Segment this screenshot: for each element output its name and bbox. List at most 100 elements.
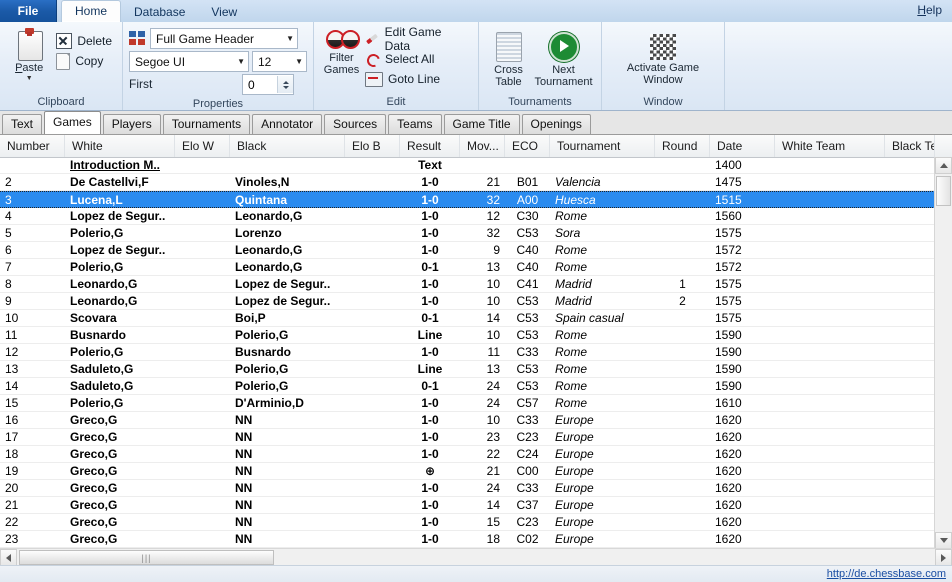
table-row[interactable]: 19Greco,GNN⊕21C00Europe1620: [0, 463, 935, 480]
first-spinner[interactable]: 0: [242, 74, 294, 95]
copy-button[interactable]: Copy: [56, 51, 116, 71]
delete-button[interactable]: Delete: [56, 31, 116, 51]
table-row[interactable]: 8Leonardo,GLopez de Segur..1-010C41Madri…: [0, 276, 935, 293]
horizontal-scroll-track[interactable]: |||: [17, 549, 935, 566]
chessbase-window: File HomeDatabaseView Help Paste ▼ Delet…: [0, 0, 952, 582]
column-header-num[interactable]: Number: [0, 135, 65, 157]
table-row[interactable]: 7Polerio,GLeonardo,G0-113C40Rome1572: [0, 259, 935, 276]
horizontal-scroll-thumb[interactable]: |||: [19, 550, 274, 565]
paste-label: aste: [22, 62, 43, 74]
cell-elob: [345, 225, 400, 241]
table-row[interactable]: 20Greco,GNN1-024C33Europe1620: [0, 480, 935, 497]
cell-moves: 10: [460, 412, 505, 428]
cell-num: 16: [0, 412, 65, 428]
cell-elow: [175, 174, 230, 190]
column-header-round[interactable]: Round: [655, 135, 710, 157]
db-tab-game-title[interactable]: Game Title: [444, 114, 520, 134]
tab-file[interactable]: File: [0, 0, 57, 22]
column-header-bteam[interactable]: Black Te: [885, 135, 935, 157]
db-tab-players[interactable]: Players: [103, 114, 161, 134]
db-tab-games[interactable]: Games: [44, 111, 101, 134]
edit-game-data-button[interactable]: Edit Game Data: [365, 29, 472, 49]
table-row[interactable]: 11BusnardoPolerio,GLine10C53Rome1590: [0, 327, 935, 344]
column-header-eco[interactable]: ECO: [505, 135, 550, 157]
table-row[interactable]: 13Saduleto,GPolerio,GLine13C53Rome1590: [0, 361, 935, 378]
next-tournament-button[interactable]: NextTournament: [533, 29, 595, 88]
chessbase-website-link[interactable]: http://de.chessbase.com: [827, 568, 946, 580]
table-row[interactable]: 9Leonardo,GLopez de Segur..1-010C53Madri…: [0, 293, 935, 310]
db-tab-sources[interactable]: Sources: [324, 114, 386, 134]
db-tab-teams[interactable]: Teams: [388, 114, 441, 134]
spinner-buttons[interactable]: [277, 76, 293, 93]
scroll-left-button[interactable]: [0, 549, 17, 566]
column-header-black[interactable]: Black: [230, 135, 345, 157]
ribbon-tab-database[interactable]: Database: [121, 2, 198, 22]
column-header-moves[interactable]: Mov...: [460, 135, 505, 157]
cell-moves: 15: [460, 514, 505, 530]
filter-games-button[interactable]: FilterGames: [320, 25, 363, 76]
db-tab-annotator[interactable]: Annotator: [252, 114, 322, 134]
column-header-tour[interactable]: Tournament: [550, 135, 655, 157]
scroll-up-button[interactable]: [935, 157, 952, 174]
table-row[interactable]: 6Lopez de Segur..Leonardo,G1-09C40Rome15…: [0, 242, 935, 259]
table-row[interactable]: 14Saduleto,GPolerio,G0-124C53Rome1590: [0, 378, 935, 395]
vertical-scroll-thumb[interactable]: [936, 176, 951, 206]
table-row[interactable]: 5Polerio,GLorenzo1-032C53Sora1575: [0, 225, 935, 242]
table-row[interactable]: 15Polerio,GD'Arminio,D1-024C57Rome1610: [0, 395, 935, 412]
cell-bteam: [885, 192, 935, 207]
cell-round: [655, 531, 710, 547]
cell-date: 1560: [710, 208, 775, 224]
ribbon-tab-view[interactable]: View: [198, 2, 250, 22]
table-row[interactable]: 21Greco,GNN1-014C37Europe1620: [0, 497, 935, 514]
table-row[interactable]: 10ScovaraBoi,P0-114C53Spain casual1575: [0, 310, 935, 327]
paste-dropdown-caret[interactable]: ▼: [26, 75, 33, 82]
cell-wteam: [775, 480, 885, 496]
cell-elow: [175, 192, 230, 207]
db-tab-openings[interactable]: Openings: [522, 114, 591, 134]
ribbon-group-clipboard: Paste ▼ Delete Copy Clipboard: [0, 22, 122, 110]
table-row[interactable]: 17Greco,GNN1-023C23Europe1620: [0, 429, 935, 446]
activate-game-window-button[interactable]: Activate GameWindow: [613, 31, 713, 86]
vertical-scrollbar[interactable]: [934, 157, 952, 549]
table-row[interactable]: 12Polerio,GBusnardo1-011C33Rome1590: [0, 344, 935, 361]
cell-bteam: [885, 174, 935, 190]
ribbon-group-properties: Full Game Header ▼ Segoe UI ▼ 12 ▼ Firs: [122, 22, 313, 110]
paste-button[interactable]: Paste ▼: [6, 25, 52, 82]
cell-eco: C53: [505, 293, 550, 309]
table-row[interactable]: 18Greco,GNN1-022C24Europe1620: [0, 446, 935, 463]
font-combo[interactable]: Segoe UI ▼: [129, 51, 249, 72]
checkerboard-icon: [650, 34, 676, 60]
cell-bteam: [885, 293, 935, 309]
db-tab-tournaments[interactable]: Tournaments: [163, 114, 250, 134]
ribbon-tab-home[interactable]: Home: [61, 0, 121, 22]
scroll-down-button[interactable]: [935, 532, 952, 549]
cell-elob: [345, 174, 400, 190]
table-row[interactable]: 2De Castellvi,FVinoles,N1-021B01Valencia…: [0, 174, 935, 191]
column-header-result[interactable]: Result: [400, 135, 460, 157]
table-row[interactable]: 4Lopez de Segur..Leonardo,G1-012C30Rome1…: [0, 208, 935, 225]
column-header-date[interactable]: Date: [710, 135, 775, 157]
next-tournament-icon: [549, 32, 579, 62]
scroll-right-button[interactable]: [935, 549, 952, 566]
table-row[interactable]: 16Greco,GNN1-010C33Europe1620: [0, 412, 935, 429]
tournaments-group-caption: Tournaments: [485, 95, 595, 110]
column-header-white[interactable]: White: [65, 135, 175, 157]
column-header-wteam[interactable]: White Team: [775, 135, 885, 157]
select-all-button[interactable]: Select All: [365, 49, 472, 69]
column-header-elob[interactable]: Elo B: [345, 135, 400, 157]
column-header-elow[interactable]: Elo W: [175, 135, 230, 157]
font-size-combo[interactable]: 12 ▼: [252, 51, 307, 72]
header-format-combo[interactable]: Full Game Header ▼: [150, 28, 298, 49]
cross-table-button[interactable]: CrossTable: [486, 29, 532, 88]
horizontal-scrollbar[interactable]: |||: [0, 548, 952, 566]
goto-line-button[interactable]: Goto Line: [365, 69, 472, 89]
table-row[interactable]: 3Lucena,LQuintana1-032A00Huesca1515: [0, 191, 935, 208]
cell-elob: [345, 463, 400, 479]
db-tab-text[interactable]: Text: [2, 114, 42, 134]
cell-elow: [175, 412, 230, 428]
table-row[interactable]: Introduction M..Text1400: [0, 157, 935, 174]
table-row[interactable]: 22Greco,GNN1-015C23Europe1620: [0, 514, 935, 531]
cell-moves: 24: [460, 480, 505, 496]
help-link[interactable]: Help: [917, 3, 942, 17]
table-row[interactable]: 23Greco,GNN1-018C02Europe1620: [0, 531, 935, 548]
